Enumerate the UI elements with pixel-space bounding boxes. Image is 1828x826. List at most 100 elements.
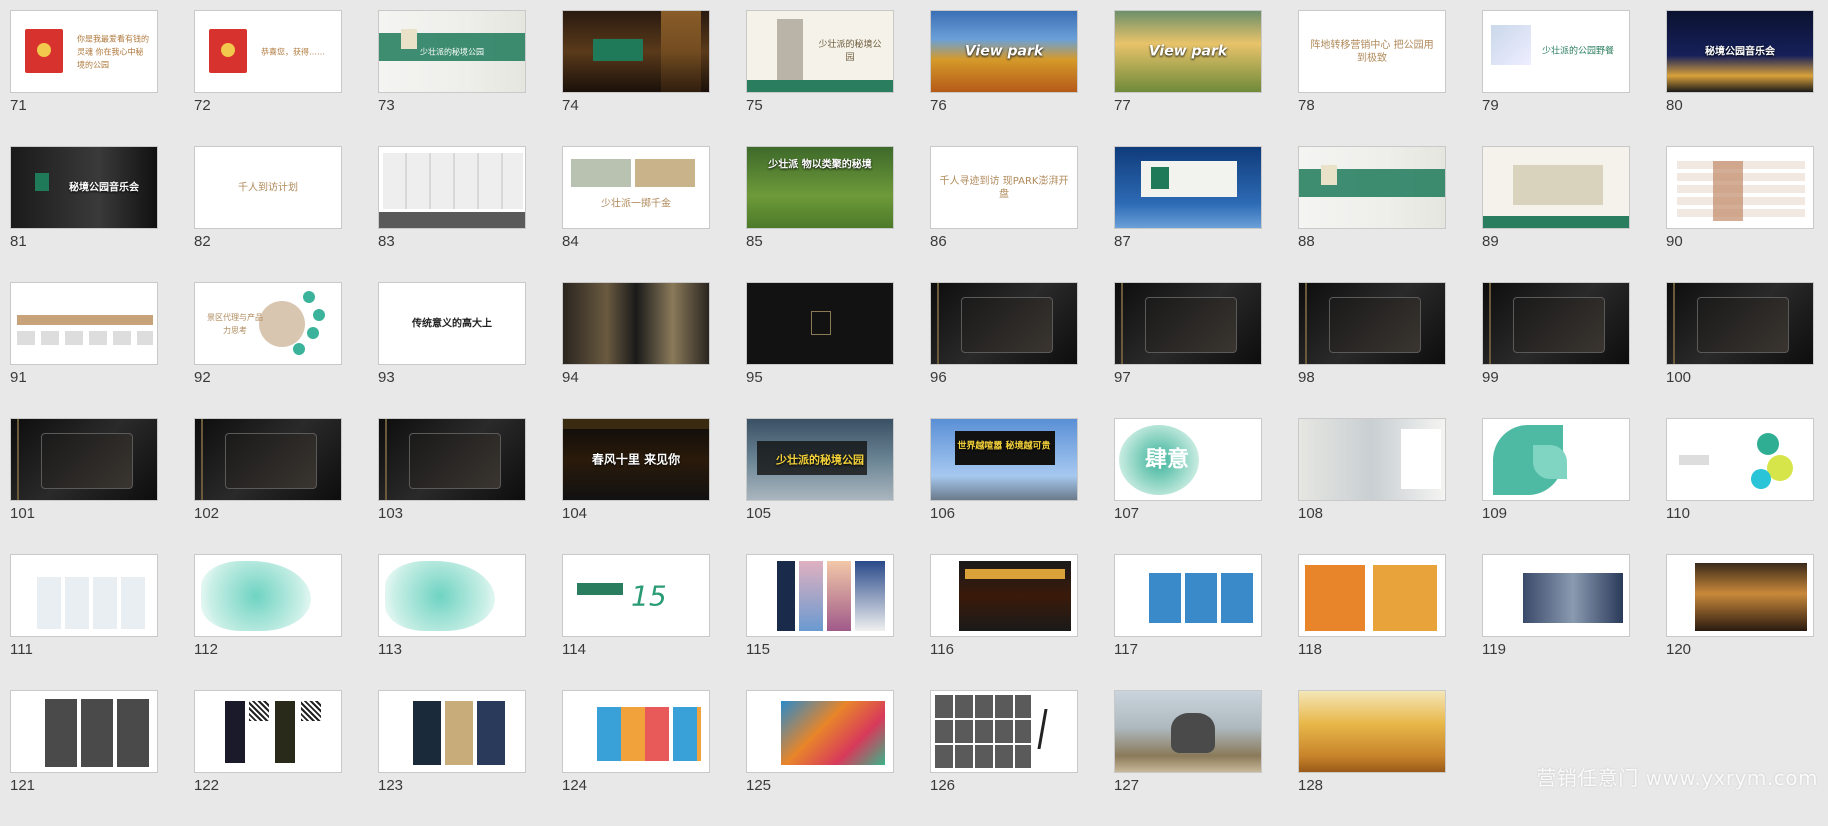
slide-preview[interactable]: [194, 690, 342, 773]
slide-thumbnail-114[interactable]: 15 114: [562, 554, 710, 690]
slide-preview[interactable]: 少壮派的秘境公园: [746, 10, 894, 93]
slide-preview[interactable]: 少壮派的秘境公园: [746, 418, 894, 501]
slide-thumbnail-71[interactable]: 你是我最爱看有钱的灵魂 你在我心中秘境的公园 71: [10, 10, 158, 146]
slide-thumbnail-75[interactable]: 少壮派的秘境公园 75: [746, 10, 894, 146]
slide-preview[interactable]: [562, 10, 710, 93]
slide-thumbnail-92[interactable]: 景区代理与产品力思考 92: [194, 282, 342, 418]
slide-thumbnail-86[interactable]: 千人寻迹到访 现PARK澎湃开盘 86: [930, 146, 1078, 282]
slide-thumbnail-94[interactable]: 94: [562, 282, 710, 418]
slide-thumbnail-115[interactable]: 115: [746, 554, 894, 690]
slide-preview[interactable]: [194, 554, 342, 637]
slide-preview[interactable]: [562, 690, 710, 773]
slide-thumbnail-125[interactable]: 125: [746, 690, 894, 826]
slide-preview[interactable]: [1298, 418, 1446, 501]
slide-preview[interactable]: [930, 690, 1078, 773]
slide-thumbnail-77[interactable]: View park 77: [1114, 10, 1262, 146]
slide-thumbnail-112[interactable]: 112: [194, 554, 342, 690]
slide-preview[interactable]: [1298, 690, 1446, 773]
slide-thumbnail-101[interactable]: 101: [10, 418, 158, 554]
slide-preview[interactable]: [10, 554, 158, 637]
slide-thumbnail-104[interactable]: 春风十里 来见你 104: [562, 418, 710, 554]
slide-thumbnail-116[interactable]: 116: [930, 554, 1078, 690]
slide-thumbnail-100[interactable]: 100: [1666, 282, 1814, 418]
slide-preview[interactable]: 传统意义的高大上: [378, 282, 526, 365]
slide-thumbnail-122[interactable]: 122: [194, 690, 342, 826]
slide-preview[interactable]: [930, 282, 1078, 365]
slide-thumbnail-99[interactable]: 99: [1482, 282, 1630, 418]
slide-thumbnail-84[interactable]: 少壮派一掷千金 84: [562, 146, 710, 282]
slide-preview[interactable]: [746, 282, 894, 365]
slide-thumbnail-80[interactable]: 秘境公园音乐会 80: [1666, 10, 1814, 146]
slide-preview[interactable]: 秘境公园音乐会: [10, 146, 158, 229]
slide-thumbnail-108[interactable]: 108: [1298, 418, 1446, 554]
slide-thumbnail-105[interactable]: 少壮派的秘境公园 105: [746, 418, 894, 554]
slide-thumbnail-106[interactable]: 世界越喧嚣 秘境越可贵 106: [930, 418, 1078, 554]
slide-thumbnail-85[interactable]: 少壮派 物以类聚的秘境 85: [746, 146, 894, 282]
slide-preview[interactable]: [1666, 554, 1814, 637]
slide-thumbnail-79[interactable]: 少壮派的公园野餐 79: [1482, 10, 1630, 146]
slide-thumbnail-118[interactable]: 118: [1298, 554, 1446, 690]
slide-thumbnail-81[interactable]: 秘境公园音乐会 81: [10, 146, 158, 282]
slide-preview[interactable]: [1298, 146, 1446, 229]
slide-preview[interactable]: [1482, 554, 1630, 637]
slide-thumbnail-90[interactable]: 90: [1666, 146, 1814, 282]
slide-thumbnail-127[interactable]: 127: [1114, 690, 1262, 826]
slide-thumbnail-87[interactable]: 87: [1114, 146, 1262, 282]
slide-thumbnail-128[interactable]: 128: [1298, 690, 1446, 826]
slide-preview[interactable]: [1114, 554, 1262, 637]
slide-thumbnail-83[interactable]: 83: [378, 146, 526, 282]
slide-preview[interactable]: [1298, 554, 1446, 637]
slide-thumbnail-82[interactable]: 千人到访计划 82: [194, 146, 342, 282]
slide-thumbnail-95[interactable]: 95: [746, 282, 894, 418]
slide-thumbnail-110[interactable]: 110: [1666, 418, 1814, 554]
slide-thumbnail-102[interactable]: 102: [194, 418, 342, 554]
slide-preview[interactable]: 肆意: [1114, 418, 1262, 501]
slide-preview[interactable]: [746, 690, 894, 773]
slide-preview[interactable]: View park: [1114, 10, 1262, 93]
slide-thumbnail-111[interactable]: 111: [10, 554, 158, 690]
slide-thumbnail-103[interactable]: 103: [378, 418, 526, 554]
slide-preview[interactable]: 少壮派的秘境公园: [378, 10, 526, 93]
slide-preview[interactable]: 15: [562, 554, 710, 637]
slide-thumbnail-91[interactable]: 91: [10, 282, 158, 418]
slide-thumbnail-107[interactable]: 肆意 107: [1114, 418, 1262, 554]
slide-preview[interactable]: [1482, 418, 1630, 501]
slide-preview[interactable]: [1298, 282, 1446, 365]
slide-thumbnail-124[interactable]: 124: [562, 690, 710, 826]
slide-thumbnail-117[interactable]: 117: [1114, 554, 1262, 690]
slide-preview[interactable]: [1482, 146, 1630, 229]
slide-preview[interactable]: [378, 146, 526, 229]
slide-preview[interactable]: [1114, 282, 1262, 365]
slide-preview[interactable]: [378, 690, 526, 773]
slide-preview[interactable]: [1666, 282, 1814, 365]
slide-preview[interactable]: 秘境公园音乐会: [1666, 10, 1814, 93]
slide-thumbnail-126[interactable]: 126: [930, 690, 1078, 826]
slide-thumbnail-97[interactable]: 97: [1114, 282, 1262, 418]
slide-preview[interactable]: 千人到访计划: [194, 146, 342, 229]
slide-preview[interactable]: [10, 690, 158, 773]
slide-thumbnail-74[interactable]: 74: [562, 10, 710, 146]
slide-thumbnail-73[interactable]: 少壮派的秘境公园 73: [378, 10, 526, 146]
slide-thumbnail-93[interactable]: 传统意义的高大上 93: [378, 282, 526, 418]
slide-thumbnail-109[interactable]: 109: [1482, 418, 1630, 554]
slide-preview[interactable]: 少壮派 物以类聚的秘境: [746, 146, 894, 229]
slide-preview[interactable]: [1666, 418, 1814, 501]
slide-preview[interactable]: [1482, 282, 1630, 365]
slide-preview[interactable]: [194, 418, 342, 501]
slide-preview[interactable]: 少壮派的公园野餐: [1482, 10, 1630, 93]
slide-thumbnail-72[interactable]: 恭喜您，获得…… 72: [194, 10, 342, 146]
slide-thumbnail-76[interactable]: View park 76: [930, 10, 1078, 146]
slide-preview[interactable]: [562, 282, 710, 365]
slide-preview[interactable]: [930, 554, 1078, 637]
slide-preview[interactable]: 恭喜您，获得……: [194, 10, 342, 93]
slide-preview[interactable]: 少壮派一掷千金: [562, 146, 710, 229]
slide-preview[interactable]: 春风十里 来见你: [562, 418, 710, 501]
slide-thumbnail-120[interactable]: 120: [1666, 554, 1814, 690]
slide-thumbnail-119[interactable]: 119: [1482, 554, 1630, 690]
slide-preview[interactable]: [378, 554, 526, 637]
slide-thumbnail-123[interactable]: 123: [378, 690, 526, 826]
slide-preview[interactable]: 你是我最爱看有钱的灵魂 你在我心中秘境的公园: [10, 10, 158, 93]
slide-preview[interactable]: [1114, 146, 1262, 229]
slide-preview[interactable]: 世界越喧嚣 秘境越可贵: [930, 418, 1078, 501]
slide-preview[interactable]: 千人寻迹到访 现PARK澎湃开盘: [930, 146, 1078, 229]
